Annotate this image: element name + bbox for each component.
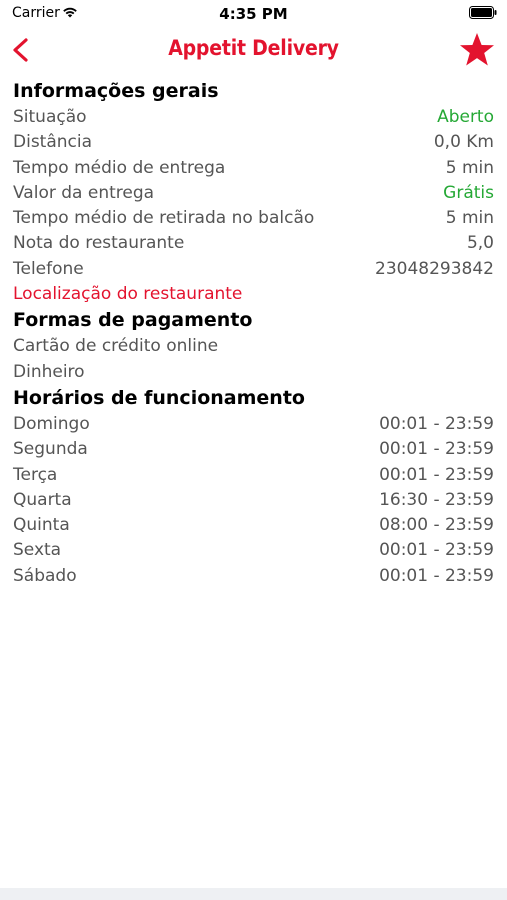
hours-day: Segunda xyxy=(13,439,88,460)
hours-row: Sexta 00:01 - 23:59 xyxy=(13,538,494,563)
info-value-distance: 0,0 Km xyxy=(433,132,494,153)
hours-time: 00:01 - 23:59 xyxy=(379,565,494,586)
hours-time: 00:01 - 23:59 xyxy=(379,413,494,434)
hours-time: 00:01 - 23:59 xyxy=(379,439,494,460)
battery-icon xyxy=(469,6,497,19)
info-label: Situação xyxy=(13,107,87,127)
info-label: Valor da entrega xyxy=(13,182,155,203)
hours-day: Sexta xyxy=(13,540,62,561)
hours-row: Segunda 00:01 - 23:59 xyxy=(13,437,494,462)
info-label: Distância xyxy=(13,132,93,153)
hours-row: Terça 00:01 - 23:59 xyxy=(13,463,494,488)
hours-time: 00:01 - 23:59 xyxy=(379,540,494,561)
info-row-pickup-time: Tempo médio de retirada no balcão 5 min xyxy=(13,206,494,231)
info-label: Telefone xyxy=(13,258,84,279)
restaurant-info: Informações gerais Situação Aberto Distâ… xyxy=(13,78,494,589)
info-value-pickup-time: 5 min xyxy=(445,208,494,229)
hours-row: Quarta 16:30 - 23:59 xyxy=(13,488,494,513)
info-row-status: Situação Aberto xyxy=(13,105,494,130)
navigation-bar: Appetit Delivery xyxy=(0,28,507,72)
section-title-payment: Formas de pagamento xyxy=(13,309,253,332)
section-title-general: Informações gerais xyxy=(13,80,219,102)
info-row-rating: Nota do restaurante 5,0 xyxy=(13,231,494,256)
page-title: Appetit Delivery xyxy=(168,36,339,60)
restaurant-location-link[interactable]: Localização do restaurante xyxy=(13,282,494,307)
bottom-bar xyxy=(0,888,507,900)
hours-row: Quinta 08:00 - 23:59 xyxy=(13,513,494,538)
status-time: 4:35 PM xyxy=(219,5,288,23)
section-title-hours: Horários de funcionamento xyxy=(13,386,305,409)
info-label: Nota do restaurante xyxy=(13,233,185,254)
hours-time: 16:30 - 23:59 xyxy=(379,489,494,510)
info-value-rating: 5,0 xyxy=(466,233,494,254)
status-bar: Carrier 4:35 PM xyxy=(0,0,507,28)
info-row-distance: Distância 0,0 Km xyxy=(13,130,494,155)
info-value-delivery-fee: Grátis xyxy=(443,182,494,203)
hours-day: Terça xyxy=(13,464,58,485)
payment-method-item: Dinheiro xyxy=(13,361,85,382)
hours-row: Sábado 00:01 - 23:59 xyxy=(13,564,494,589)
info-row-phone: Telefone 23048293842 xyxy=(13,257,494,282)
favorite-button[interactable] xyxy=(457,30,497,70)
info-row-delivery-fee: Valor da entrega Grátis xyxy=(13,181,494,206)
hours-row: Domingo 00:01 - 23:59 xyxy=(13,412,494,437)
info-value-delivery-time: 5 min xyxy=(445,157,494,178)
info-label: Tempo médio de entrega xyxy=(13,157,226,178)
info-value-phone[interactable]: 23048293842 xyxy=(375,257,494,282)
hours-day: Sábado xyxy=(13,565,77,586)
info-row-delivery-time: Tempo médio de entrega 5 min xyxy=(13,156,494,181)
hours-time: 00:01 - 23:59 xyxy=(379,464,494,485)
hours-day: Quarta xyxy=(13,489,72,510)
hours-time: 08:00 - 23:59 xyxy=(379,515,494,536)
payment-method-item: Cartão de crédito online xyxy=(13,336,219,357)
star-icon xyxy=(460,33,494,66)
hours-day: Quinta xyxy=(13,515,70,536)
info-value-status: Aberto xyxy=(437,107,494,127)
hours-day: Domingo xyxy=(13,413,90,434)
info-label: Tempo médio de retirada no balcão xyxy=(13,208,315,229)
